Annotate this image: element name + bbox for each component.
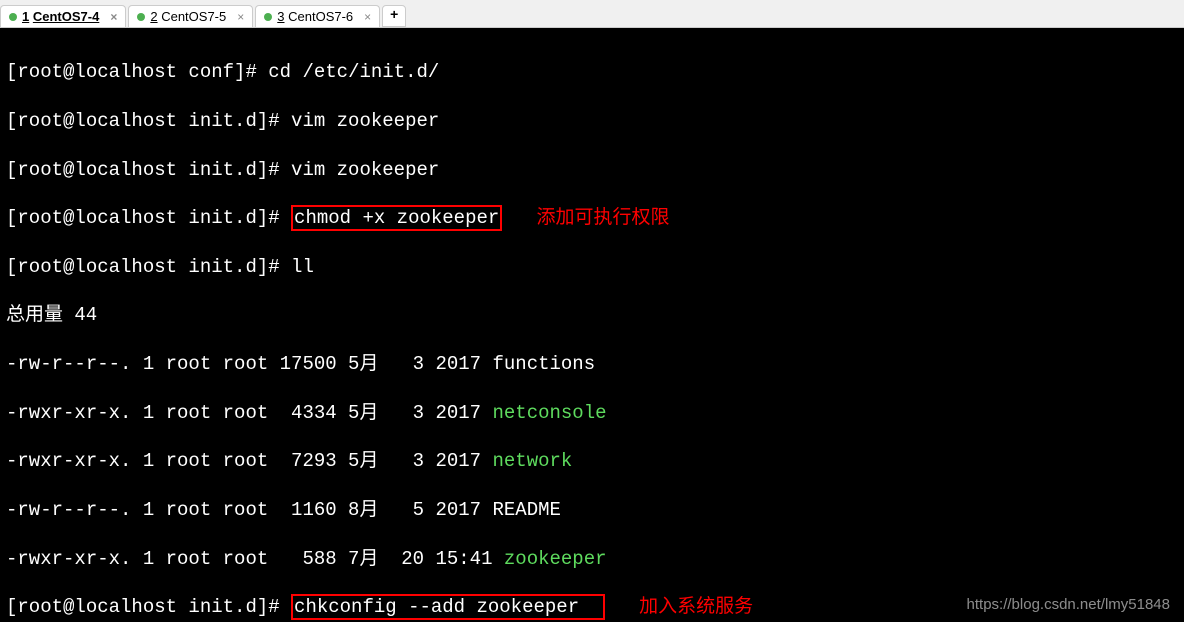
terminal-line: [root@localhost init.d]# vim zookeeper: [6, 158, 1178, 182]
terminal-line: [root@localhost init.d]# chmod +x zookee…: [6, 206, 1178, 230]
tab-label: CentOS7-5: [161, 9, 226, 24]
terminal[interactable]: [root@localhost conf]# cd /etc/init.d/ […: [0, 28, 1184, 622]
file-name: zookeeper: [504, 548, 607, 570]
file-row: -rwxr-xr-x. 1 root root 7293 5月 3 2017 n…: [6, 449, 1178, 473]
watermark: https://blog.csdn.net/lmy51848: [967, 595, 1170, 614]
tab-1[interactable]: 1 CentOS7-4 ×: [0, 5, 126, 27]
terminal-line: [root@localhost conf]# cd /etc/init.d/: [6, 60, 1178, 84]
close-icon[interactable]: ×: [364, 10, 371, 24]
command: chmod +x zookeeper: [294, 207, 499, 229]
status-dot-icon: [9, 13, 17, 21]
file-row: -rw-r--r--. 1 root root 1160 8月 5 2017 R…: [6, 498, 1178, 522]
tab-label: CentOS7-4: [33, 9, 99, 24]
tab-index: 3: [277, 9, 284, 24]
file-row: -rwxr-xr-x. 1 root root 588 7月 20 15:41 …: [6, 547, 1178, 571]
file-name: netconsole: [492, 402, 606, 424]
close-icon[interactable]: ×: [110, 10, 117, 24]
tab-bar: 1 CentOS7-4 × 2 CentOS7-5 × 3 CentOS7-6 …: [0, 0, 1184, 28]
terminal-line: [root@localhost init.d]# vim zookeeper: [6, 109, 1178, 133]
tab-3[interactable]: 3 CentOS7-6 ×: [255, 5, 380, 27]
command: chkconfig --add zookeeper: [294, 596, 579, 618]
annotation: 加入系统服务: [639, 596, 753, 618]
terminal-line: [root@localhost init.d]# ll: [6, 255, 1178, 279]
prompt: [root@localhost init.d]#: [6, 110, 291, 132]
prompt: [root@localhost init.d]#: [6, 207, 291, 229]
file-perms: -rwxr-xr-x.: [6, 402, 131, 424]
file-name: functions: [492, 353, 595, 375]
prompt: [root@localhost init.d]#: [6, 596, 291, 618]
tab-index: 1: [22, 9, 29, 24]
prompt: [root@localhost conf]#: [6, 61, 268, 83]
file-perms: -rwxr-xr-x.: [6, 450, 131, 472]
tab-2[interactable]: 2 CentOS7-5 ×: [128, 5, 253, 27]
prompt: [root@localhost init.d]#: [6, 159, 291, 181]
file-name: network: [492, 450, 572, 472]
tab-label: CentOS7-6: [288, 9, 353, 24]
tab-index: 2: [150, 9, 157, 24]
file-meta: 1 root root 7293 5月 3 2017: [131, 450, 492, 472]
command: vim zookeeper: [291, 110, 439, 132]
file-name: README: [492, 499, 560, 521]
file-row: -rwxr-xr-x. 1 root root 4334 5月 3 2017 n…: [6, 401, 1178, 425]
new-tab-button[interactable]: +: [382, 5, 406, 27]
close-icon[interactable]: ×: [237, 10, 244, 24]
command: ll: [291, 256, 314, 278]
file-meta: 1 root root 17500 5月 3 2017: [131, 353, 492, 375]
annotation: 添加可执行权限: [537, 207, 670, 229]
status-dot-icon: [264, 13, 272, 21]
file-meta: 1 root root 588 7月 20 15:41: [131, 548, 503, 570]
file-perms: -rw-r--r--.: [6, 499, 131, 521]
command: cd /etc/init.d/: [268, 61, 439, 83]
prompt: [root@localhost init.d]#: [6, 256, 291, 278]
file-meta: 1 root root 1160 8月 5 2017: [131, 499, 492, 521]
highlighted-command: chkconfig --add zookeeper: [291, 594, 605, 620]
output-line: 总用量 44: [6, 303, 1178, 327]
file-meta: 1 root root 4334 5月 3 2017: [131, 402, 492, 424]
file-perms: -rw-r--r--.: [6, 353, 131, 375]
file-perms: -rwxr-xr-x.: [6, 548, 131, 570]
status-dot-icon: [137, 13, 145, 21]
file-row: -rw-r--r--. 1 root root 17500 5月 3 2017 …: [6, 352, 1178, 376]
command: vim zookeeper: [291, 159, 439, 181]
highlighted-command: chmod +x zookeeper: [291, 205, 502, 231]
